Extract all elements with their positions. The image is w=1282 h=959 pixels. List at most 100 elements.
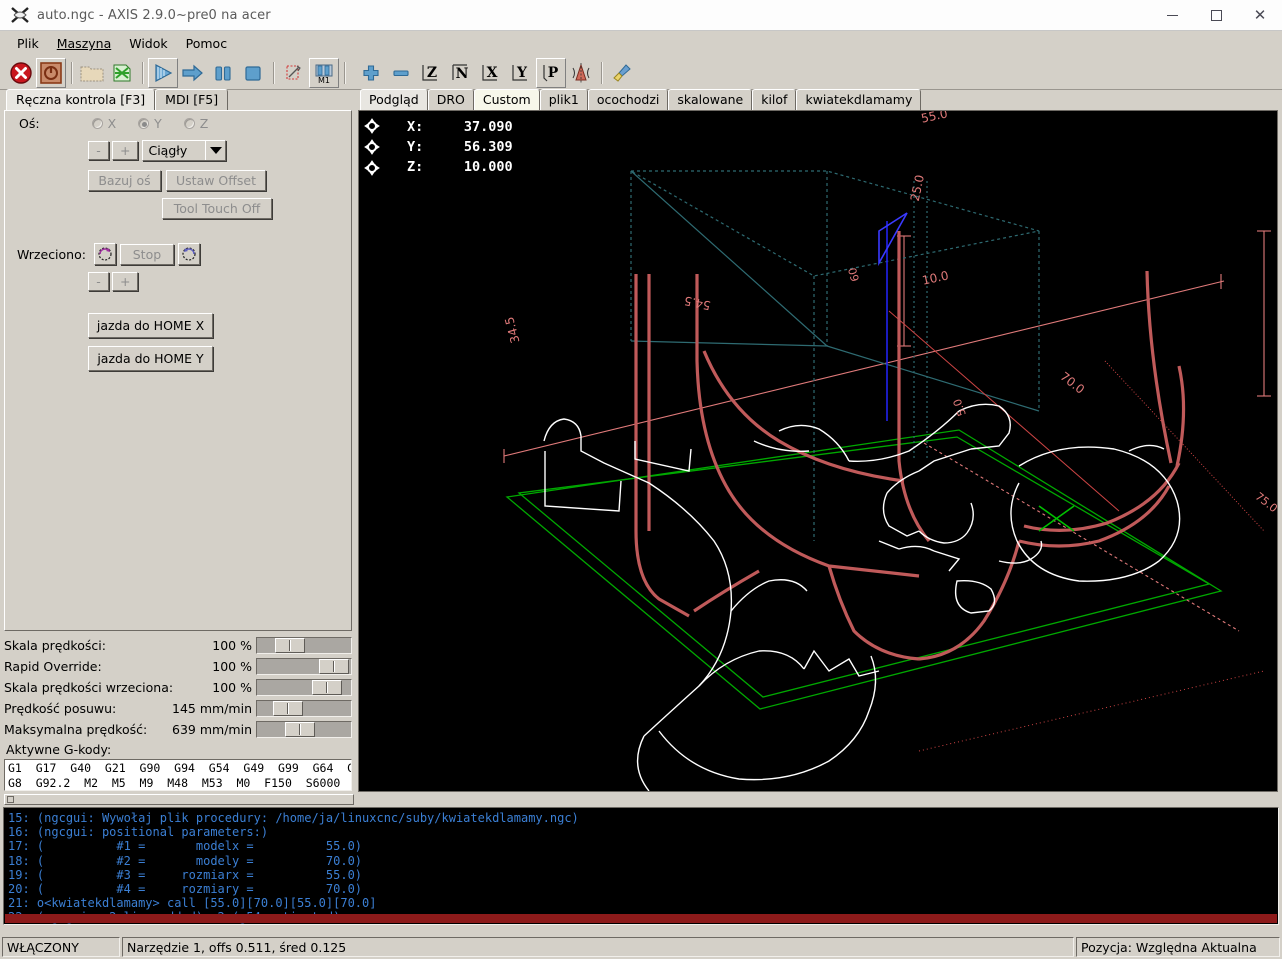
view-perspective-button[interactable]: P	[536, 57, 566, 88]
max-velocity-slider[interactable]	[256, 721, 352, 738]
power-circle-icon	[40, 61, 62, 84]
tool-touch-off-button[interactable]: Tool Touch Off	[162, 198, 272, 219]
tab-label: Ręczna kontrola [F3]	[16, 92, 146, 107]
set-offset-label: Ustaw Offset	[176, 173, 256, 188]
reload-file-button[interactable]	[107, 58, 137, 88]
tab-ocochodzi[interactable]: ocochodzi	[587, 89, 669, 110]
tab-manual-control[interactable]: Ręczna kontrola [F3]	[6, 89, 156, 110]
gcode-listing-panel[interactable]: 15: (ngcgui: Wywołaj plik procedury: /ho…	[3, 807, 1279, 925]
axis-radio-x[interactable]	[91, 118, 103, 129]
jog-plus-button[interactable]: +	[112, 141, 139, 160]
tab-kwiatekdlamamy[interactable]: kwiatekdlamamy	[796, 89, 922, 110]
reload-green-icon	[113, 64, 131, 81]
clear-live-plot-button[interactable]	[607, 58, 637, 88]
jog-plus-label: +	[120, 143, 131, 158]
spindle-stop-label: Stop	[132, 246, 162, 262]
gcode-current-line-highlight	[5, 914, 1277, 923]
close-button[interactable]: ✕	[1238, 0, 1282, 31]
spindle-label: Wrzeciono:	[17, 246, 86, 262]
maximize-button[interactable]	[1194, 0, 1238, 31]
feed-rate-slider[interactable]	[256, 700, 352, 717]
pause-bars-icon	[215, 65, 231, 81]
home-y-button[interactable]: jazda do HOME Y	[88, 346, 213, 371]
axis-radio-z[interactable]	[183, 118, 195, 129]
spindle-override-slider[interactable]	[256, 679, 352, 696]
toggle-tool-cone-button[interactable]	[566, 58, 596, 88]
gcode-line: 16: (ngcgui: positional parameters:)	[8, 825, 268, 839]
gcode-line: 15: (ngcgui: Wywołaj plik procedury: /ho…	[8, 811, 579, 825]
jog-mode-select[interactable]: Ciągły	[142, 140, 227, 161]
view-z-button[interactable]: Z	[416, 58, 446, 88]
spindle-plus-button[interactable]: +	[112, 272, 139, 291]
svg-text:M1: M1	[318, 76, 330, 84]
minimize-icon	[1166, 15, 1178, 16]
origin-marker-icon	[1038, 505, 1075, 532]
rapid-override-slider[interactable]	[256, 658, 352, 675]
menu-item-pomoc[interactable]: Pomoc	[177, 34, 236, 53]
step-program-button[interactable]	[178, 58, 208, 88]
view-x-icon: X	[482, 64, 498, 81]
toggle-optional-stop-button[interactable]: M1	[309, 57, 339, 88]
spindle-plus-label: +	[120, 274, 131, 289]
tab-mdi[interactable]: MDI [F5]	[155, 89, 229, 110]
tool-info-text: Narzędzie 1, offs 0.511, śred 0.125	[127, 939, 347, 955]
override-label: Skala prędkości:	[4, 638, 106, 653]
override-value: 145 mm/min	[172, 701, 252, 716]
scrollbar-grip[interactable]	[7, 796, 14, 803]
jog-minus-button[interactable]: -	[88, 141, 109, 160]
menu-label: Pomoc	[185, 36, 228, 51]
program-path-white	[543, 403, 1181, 791]
gcode-line: 18: ( #2 = modely = 70.0)	[8, 854, 362, 868]
axis-radio-y[interactable]	[138, 118, 150, 129]
stop-program-button[interactable]	[238, 58, 268, 88]
menu-item-plik[interactable]: Plik	[8, 34, 48, 53]
pause-program-button[interactable]	[208, 58, 238, 88]
menu-item-widok[interactable]: Widok	[120, 34, 176, 53]
zoom-out-button[interactable]	[386, 58, 416, 88]
feed-override-slider[interactable]	[256, 637, 352, 654]
tab-plik1[interactable]: plik1	[539, 89, 588, 110]
view-y-button[interactable]: Y	[506, 58, 536, 88]
set-offset-button[interactable]: Ustaw Offset	[166, 170, 266, 191]
gcodes-line-2: G8 G92.2 M2 M5 M9 M48 M53 M0 F150 S6000	[8, 776, 341, 790]
gcode-3d-preview-canvas[interactable]: 55.0 25.0 10.0 70.0 54.5 34.5 60 5.0 75.…	[358, 110, 1278, 792]
axis-logo-icon	[9, 4, 31, 26]
chevron-down-icon[interactable]	[205, 141, 226, 160]
spindle-cw-icon	[182, 247, 196, 261]
spindle-stop-button[interactable]: Stop	[119, 243, 174, 265]
gcode-line-text: ( #1 = modelx = 55.0)	[36, 839, 363, 854]
tab-podglad[interactable]: Podgląd	[360, 89, 428, 110]
tab-dro[interactable]: DRO	[427, 89, 474, 110]
tab-kilof[interactable]: kilof	[752, 89, 797, 110]
spindle-minus-button[interactable]: -	[88, 272, 109, 291]
tab-custom[interactable]: Custom	[473, 89, 540, 110]
spindle-cw-button[interactable]	[177, 243, 200, 265]
zoom-in-button[interactable]	[356, 58, 386, 88]
view-x-button[interactable]: X	[476, 58, 506, 88]
minimize-button[interactable]	[1150, 0, 1194, 31]
tab-skalowane[interactable]: skalowane	[668, 89, 753, 110]
axis-label-z: Z	[199, 116, 209, 131]
machine-power-toggle-button[interactable]	[36, 57, 66, 88]
close-icon: ✕	[1253, 6, 1267, 24]
run-program-button[interactable]	[148, 57, 178, 88]
estop-toggle-button[interactable]	[6, 58, 36, 88]
home-x-button[interactable]: jazda do HOME X	[88, 313, 213, 338]
manual-control-panel: Oś: X Y Z - + Ciągły Bazuj oś Ustaw Offs…	[4, 110, 352, 631]
toolbar-separator	[601, 61, 602, 84]
home-axis-button[interactable]: Bazuj oś	[88, 170, 161, 191]
menubar: Plik Maszyna Widok Pomoc	[0, 31, 1282, 56]
dro-z-label: Z:	[407, 159, 424, 175]
open-file-button[interactable]	[77, 58, 107, 88]
maximize-icon	[1210, 10, 1222, 21]
tab-label: kilof	[761, 92, 788, 107]
toolbar-separator	[273, 61, 274, 84]
skip-block-icon	[286, 64, 301, 80]
gcode-horizontal-scrollbar[interactable]	[4, 794, 354, 805]
menu-item-maszyna[interactable]: Maszyna	[48, 34, 121, 53]
spindle-ccw-button[interactable]	[93, 243, 116, 265]
toggle-block-delete-button[interactable]	[279, 58, 309, 88]
broom-icon	[613, 63, 631, 82]
view-z2-icon: N	[452, 63, 469, 82]
view-z-rotated-button[interactable]: N	[446, 58, 476, 88]
